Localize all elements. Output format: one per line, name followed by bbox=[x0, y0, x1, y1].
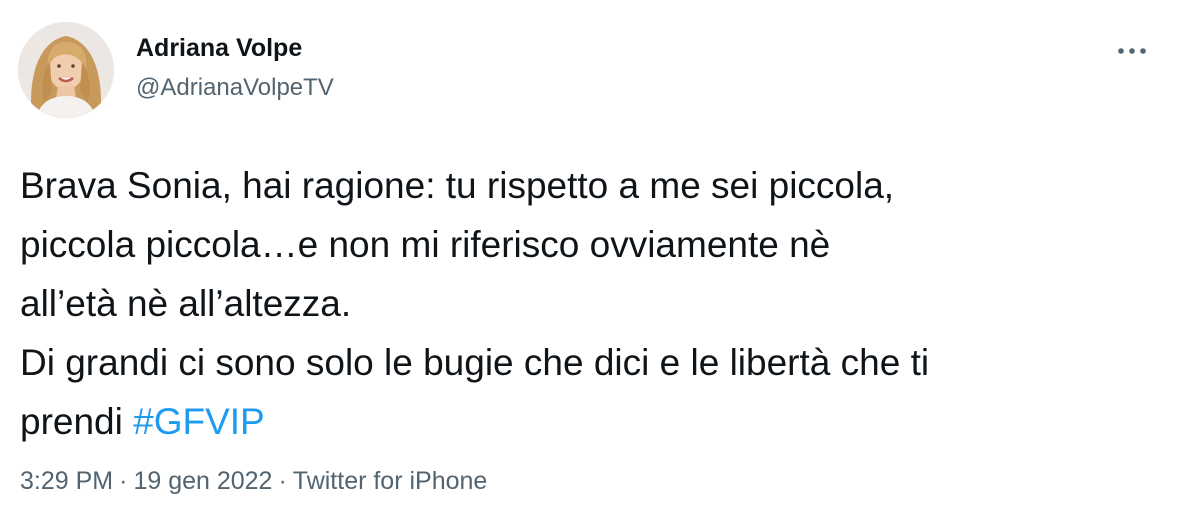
author-handle[interactable]: @AdrianaVolpeTV bbox=[136, 74, 334, 102]
tweet-text-last-prefix: prendi bbox=[20, 401, 134, 442]
tweet-text-line: prendi #GFVIP bbox=[20, 392, 1160, 451]
tweet-text-line: piccola piccola…e non mi riferisco ovvia… bbox=[20, 224, 831, 265]
tweet-time-link[interactable]: 3:29 PM bbox=[20, 467, 113, 495]
hashtag-link[interactable]: #GFVIP bbox=[133, 401, 265, 442]
tweet-text: Brava Sonia, hai ragione: tu rispetto a … bbox=[20, 156, 1160, 451]
tweet-source-link[interactable]: Twitter for iPhone bbox=[293, 467, 488, 495]
tweet-card: Adriana Volpe @AdrianaVolpeTV Brava Soni… bbox=[0, 0, 1182, 522]
avatar[interactable] bbox=[18, 22, 114, 118]
tweet-date-link[interactable]: 19 gen 2022 bbox=[133, 467, 272, 495]
tweet-text-line: Di grandi ci sono solo le bugie che dici… bbox=[20, 342, 930, 383]
tweet-text-line: all’età nè all’altezza. bbox=[20, 283, 352, 324]
more-options-button[interactable] bbox=[1112, 36, 1152, 66]
tweet-text-line: Brava Sonia, hai ragione: tu rispetto a … bbox=[20, 165, 895, 206]
author-display-name[interactable]: Adriana Volpe bbox=[136, 34, 302, 63]
avatar-portrait-icon bbox=[18, 22, 114, 118]
more-horizontal-icon bbox=[1118, 48, 1146, 54]
meta-separator: · bbox=[119, 467, 128, 495]
tweet-metadata: 3:29 PM · 19 gen 2022 · Twitter for iPhone bbox=[20, 467, 487, 496]
meta-separator: · bbox=[278, 467, 287, 495]
